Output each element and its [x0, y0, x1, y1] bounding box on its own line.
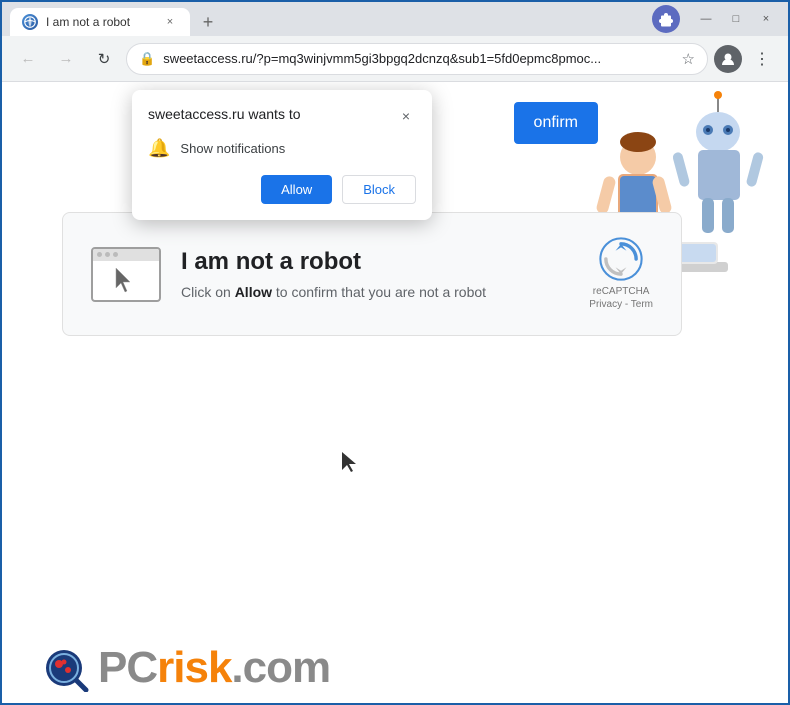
browser-dot: [105, 252, 110, 257]
browser-tab[interactable]: I am not a robot ×: [10, 8, 190, 36]
notification-popup: sweetaccess.ru wants to × 🔔 Show notific…: [132, 90, 432, 220]
lock-icon: 🔒: [139, 51, 155, 67]
tab-favicon: [22, 14, 38, 30]
tab-close-button[interactable]: ×: [162, 14, 178, 30]
confirm-button[interactable]: onfirm: [514, 102, 598, 144]
browser-dot: [97, 252, 102, 257]
browser-toolbar: ← → ↻ 🔒 sweetaccess.ru/?p=mq3winjvmm5gi3…: [2, 36, 788, 82]
toolbar-right: ⋮: [714, 43, 778, 75]
notification-row: 🔔 Show notifications: [148, 138, 416, 159]
bell-icon: 🔔: [148, 138, 170, 159]
card-text: I am not a robot Click on Allow to confi…: [181, 248, 569, 300]
title-bar: I am not a robot × + — □ ×: [2, 2, 788, 36]
notification-label: Show notifications: [180, 141, 285, 156]
extensions-area: [652, 5, 680, 33]
allow-button[interactable]: Allow: [261, 175, 332, 204]
browser-dot: [113, 252, 118, 257]
cursor: [342, 452, 358, 477]
pcrisk-logo: PCrisk.com: [42, 643, 330, 693]
popup-buttons: Allow Block: [148, 175, 416, 204]
recaptcha-badge: reCAPTCHA Privacy - Term: [589, 237, 653, 311]
profile-button[interactable]: [714, 45, 742, 73]
address-bar[interactable]: 🔒 sweetaccess.ru/?p=mq3winjvmm5gi3bpgq2d…: [126, 43, 708, 75]
logo-risk: risk: [157, 643, 231, 692]
block-button[interactable]: Block: [342, 175, 416, 204]
confirm-button-area: onfirm: [514, 102, 598, 144]
refresh-button[interactable]: ↻: [88, 43, 120, 75]
logo-com: .com: [231, 643, 330, 692]
card-subtitle: Click on Allow to confirm that you are n…: [181, 284, 569, 300]
subtitle-pre: Click on: [181, 284, 235, 300]
address-text: sweetaccess.ru/?p=mq3winjvmm5gi3bpgq2dcn…: [163, 51, 673, 66]
minimize-button[interactable]: —: [692, 5, 720, 33]
tab-strip: I am not a robot × +: [10, 2, 648, 36]
popup-title: sweetaccess.ru wants to: [148, 106, 301, 122]
card-title: I am not a robot: [181, 248, 569, 276]
bookmark-icon[interactable]: ☆: [682, 50, 695, 68]
back-button[interactable]: ←: [12, 43, 44, 75]
new-tab-button[interactable]: +: [194, 8, 222, 36]
maximize-button[interactable]: □: [722, 5, 750, 33]
browser-icon: [91, 247, 161, 302]
window-controls: — □ ×: [692, 5, 780, 33]
extension-icon[interactable]: [652, 5, 680, 33]
logo-text: PCrisk.com: [98, 643, 330, 693]
tab-title: I am not a robot: [46, 15, 154, 29]
close-button[interactable]: ×: [752, 5, 780, 33]
browser-icon-top: [93, 249, 159, 261]
popup-header: sweetaccess.ru wants to ×: [148, 106, 416, 126]
browser-icon-body: [112, 261, 140, 300]
popup-close-button[interactable]: ×: [396, 106, 416, 126]
subtitle-bold: Allow: [235, 284, 272, 300]
logo-pc: PC: [98, 643, 157, 692]
captcha-card: I am not a robot Click on Allow to confi…: [62, 212, 682, 336]
forward-button[interactable]: →: [50, 43, 82, 75]
recaptcha-label: reCAPTCHA Privacy - Term: [589, 285, 653, 311]
browser-window: I am not a robot × + — □ × ← → ↻ 🔒 sweet…: [2, 2, 788, 703]
page-content: onfirm sweetaccess.ru wants to × 🔔 Show …: [2, 82, 788, 703]
menu-button[interactable]: ⋮: [746, 43, 778, 75]
subtitle-post: to confirm that you are not a robot: [272, 284, 486, 300]
